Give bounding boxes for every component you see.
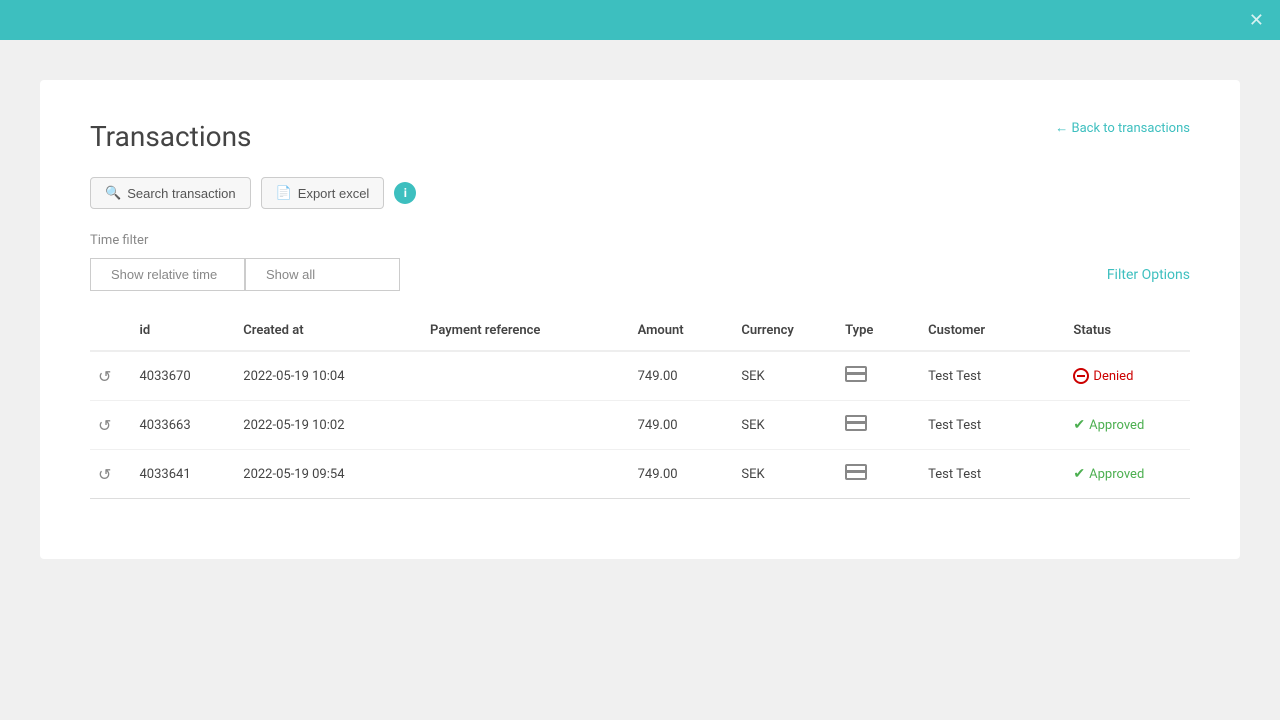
table-row: ↺ 40336412022-05-19 09:54 749.00SEK Test Te…	[90, 450, 1190, 499]
history-icon[interactable]: ↺	[98, 416, 111, 435]
cell-amount: 749.00	[630, 351, 734, 401]
cell-payment-reference	[422, 351, 630, 401]
content-card: ← Back to transactions Transactions 🔍 Se…	[40, 80, 1240, 559]
col-header-icon	[90, 311, 132, 351]
card-icon	[845, 415, 867, 431]
col-header-type: Type	[837, 311, 920, 351]
col-header-created: Created at	[235, 311, 422, 351]
cell-status: ✔Approved	[1065, 401, 1190, 450]
cell-currency: SEK	[733, 401, 837, 450]
cell-type	[837, 450, 920, 499]
cell-status: Denied	[1065, 351, 1190, 401]
row-refresh-icon[interactable]: ↺	[90, 351, 132, 401]
card-icon	[845, 464, 867, 480]
history-icon[interactable]: ↺	[98, 465, 111, 484]
cell-amount: 749.00	[630, 401, 734, 450]
topbar: ✕	[0, 0, 1280, 40]
table-row: ↺ 40336702022-05-19 10:04 749.00SEK Test Te…	[90, 351, 1190, 401]
col-header-currency: Currency	[733, 311, 837, 351]
toolbar: 🔍 Search transaction 📄 Export excel i	[90, 177, 1190, 209]
page-title: Transactions	[90, 120, 1190, 153]
transactions-table: id Created at Payment reference Amount C…	[90, 311, 1190, 499]
col-header-id: id	[132, 311, 236, 351]
col-header-customer: Customer	[920, 311, 1065, 351]
cell-type	[837, 401, 920, 450]
cell-payment-reference	[422, 401, 630, 450]
cell-payment-reference	[422, 450, 630, 499]
status-badge: ✔Approved	[1073, 417, 1174, 433]
cell-status: ✔Approved	[1065, 450, 1190, 499]
cell-id: 4033641	[132, 450, 236, 499]
table-row: ↺ 40336632022-05-19 10:02 749.00SEK Test Te…	[90, 401, 1190, 450]
history-icon[interactable]: ↺	[98, 367, 111, 386]
show-relative-time-button[interactable]: Show relative time	[90, 258, 245, 291]
cell-created-at: 2022-05-19 10:02	[235, 401, 422, 450]
status-badge: ✔Approved	[1073, 466, 1174, 482]
search-transaction-label: Search transaction	[127, 186, 235, 201]
check-icon: ✔	[1073, 466, 1085, 482]
col-header-payment: Payment reference	[422, 311, 630, 351]
status-badge: Denied	[1073, 368, 1174, 384]
back-link[interactable]: ← Back to transactions	[1055, 120, 1190, 136]
cell-id: 4033670	[132, 351, 236, 401]
cell-amount: 749.00	[630, 450, 734, 499]
row-refresh-icon[interactable]: ↺	[90, 450, 132, 499]
row-refresh-icon[interactable]: ↺	[90, 401, 132, 450]
export-excel-label: Export excel	[298, 186, 370, 201]
cell-customer: Test Test	[920, 351, 1065, 401]
time-filter-row: Show relative time Show all Filter Optio…	[90, 258, 1190, 291]
denied-icon	[1073, 368, 1089, 384]
check-icon: ✔	[1073, 417, 1085, 433]
time-filter-label: Time filter	[90, 233, 1190, 248]
search-icon: 🔍	[105, 185, 121, 201]
excel-icon: 📄	[276, 185, 292, 201]
cell-currency: SEK	[733, 351, 837, 401]
cell-created-at: 2022-05-19 09:54	[235, 450, 422, 499]
time-filter-section: Time filter Show relative time Show all …	[90, 233, 1190, 291]
cell-created-at: 2022-05-19 10:04	[235, 351, 422, 401]
time-filter-buttons: Show relative time Show all	[90, 258, 400, 291]
table-header-row: id Created at Payment reference Amount C…	[90, 311, 1190, 351]
filter-options-link[interactable]: Filter Options	[1107, 267, 1190, 283]
cell-customer: Test Test	[920, 401, 1065, 450]
card-icon	[845, 366, 867, 382]
info-icon[interactable]: i	[394, 182, 416, 204]
cell-customer: Test Test	[920, 450, 1065, 499]
cell-currency: SEK	[733, 450, 837, 499]
cell-id: 4033663	[132, 401, 236, 450]
export-excel-button[interactable]: 📄 Export excel	[261, 177, 385, 209]
col-header-status: Status	[1065, 311, 1190, 351]
col-header-amount: Amount	[630, 311, 734, 351]
show-all-button[interactable]: Show all	[245, 258, 400, 291]
search-transaction-button[interactable]: 🔍 Search transaction	[90, 177, 251, 209]
main-container: ← Back to transactions Transactions 🔍 Se…	[0, 40, 1280, 720]
close-icon[interactable]: ✕	[1249, 10, 1264, 31]
cell-type	[837, 351, 920, 401]
